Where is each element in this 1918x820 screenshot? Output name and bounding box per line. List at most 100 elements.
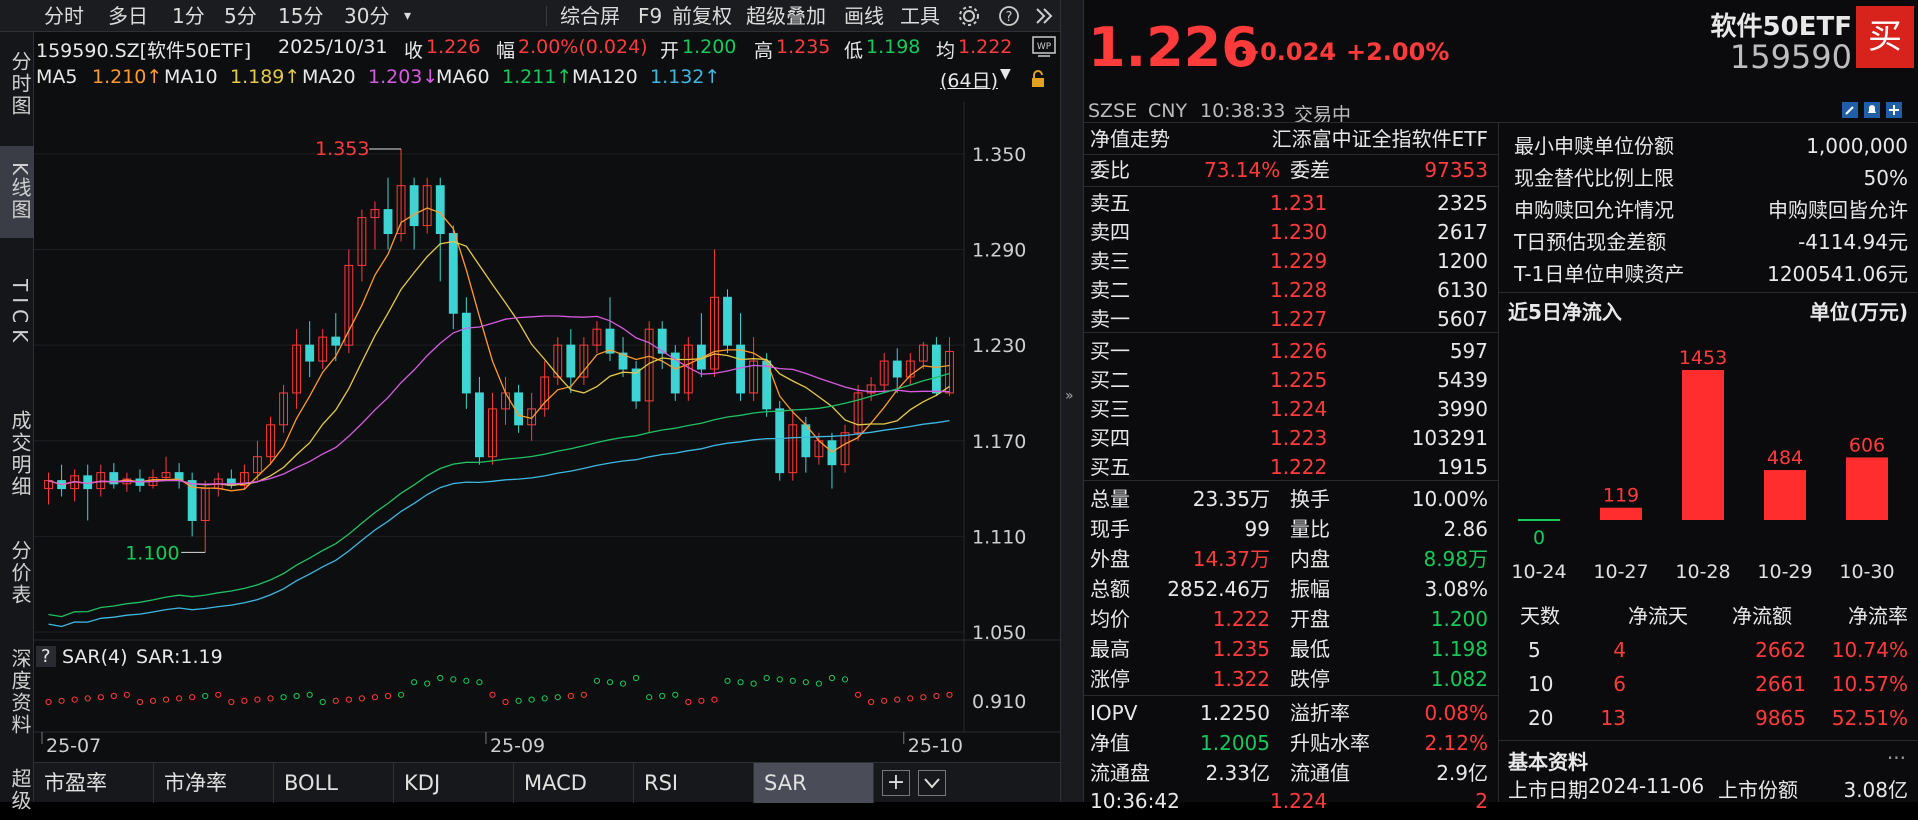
side-tab-tick[interactable]: TICK [0,254,34,374]
sar-dot [280,694,287,701]
bid-row[interactable]: 买三 1.224 3990 [1084,394,1498,424]
indicator-tab-macd[interactable]: MACD [514,763,634,803]
help-icon[interactable]: ? [998,5,1020,27]
flow-net-amount: 2661 [1755,672,1806,696]
sar-dot [162,696,170,703]
ask-row[interactable]: 卖一 1.227 5607 [1084,304,1498,334]
indicator-tab-rsi[interactable]: RSI [634,763,754,803]
menu-forward-adjust[interactable]: 前复权 [672,0,732,32]
sar-dot [84,695,91,702]
fund-info-label: 最小申赎单位份额 [1514,134,1674,158]
period-more-dropdown[interactable]: ▾ [404,0,411,32]
period-tab-fenshi[interactable]: 分时 [44,0,84,32]
fund-info-row: 最小申赎单位份额 1,000,000 [1510,130,1918,162]
flow-table-header-cell: 净流额 [1732,604,1792,628]
bid-label: 买五 [1090,455,1130,479]
bid-row[interactable]: 买一 1.226 597 [1084,336,1498,366]
sar-dot [319,698,326,706]
flow-net-days: 4 [1613,638,1626,662]
menu-draw-line[interactable]: 画线 [844,0,884,32]
stat-label: 量比 [1290,517,1330,541]
ask-row[interactable]: 卖二 1.228 6130 [1084,275,1498,305]
side-tab-intraday[interactable]: 分时图 [0,38,34,130]
wb-label: 委比 [1090,158,1130,182]
sar-dot [58,697,65,704]
bid-row[interactable]: 买二 1.225 5439 [1084,365,1498,395]
buy-button[interactable]: 买 [1856,6,1914,68]
indicator-tab-pe[interactable]: 市盈率 [34,763,154,803]
edit-icon[interactable] [1842,102,1858,118]
sar-dot [489,691,496,698]
flow-bar-label: 0 [1533,527,1545,549]
stat-value: 1.198 [1430,637,1488,661]
stat-value: 3.08% [1424,577,1488,601]
ask-row[interactable]: 卖三 1.229 1200 [1084,246,1498,276]
plus-icon[interactable] [1886,102,1902,118]
basic-info-more[interactable]: ... [1887,740,1906,764]
ask-label: 卖五 [1090,191,1130,215]
add-indicator-button[interactable]: + [882,770,910,796]
indicator-tab-kdj[interactable]: KDJ [394,763,514,803]
gear-icon[interactable] [958,5,980,27]
high-marker-label: 1.353 [315,138,369,160]
bell-icon[interactable] [1864,102,1880,118]
menu-tools[interactable]: 工具 [900,0,940,32]
sar-help-button[interactable]: ? [36,646,56,667]
bid-label: 买二 [1090,368,1130,392]
ask-row[interactable]: 卖四 1.230 2617 [1084,217,1498,247]
indicator-tab-boll[interactable]: BOLL [274,763,394,803]
stat-label: 换手 [1290,487,1330,511]
sar-dot [97,694,104,701]
sar-dot [789,677,796,684]
side-tab-price-table[interactable]: 分价表 [0,518,34,628]
ask-label: 卖四 [1090,220,1130,244]
basic-info-title: 基本资料 [1508,750,1588,774]
indicator-tab-pb[interactable]: 市净率 [154,763,274,803]
menu-f9[interactable]: F9 [638,0,662,32]
candle-body [409,185,419,227]
menu-super-overlay[interactable]: 超级叠加 [746,0,826,32]
side-tab-kline[interactable]: K线图 [0,146,34,238]
ask-row[interactable]: 卖五 1.231 2325 [1084,188,1498,218]
stat-label: 最高 [1090,637,1130,661]
stat-row: 总量 23.35万 换手 10.00% [1084,484,1498,514]
panel-divider[interactable]: » [1060,0,1084,802]
stat-row: 总额 2852.46万 振幅 3.08% [1084,574,1498,604]
stat-label: 溢折率 [1290,701,1350,725]
sar-dot [737,679,744,686]
sar-dot [946,691,953,698]
stat-value: 2.86 [1443,517,1488,541]
period-tab-1min[interactable]: 1分 [172,0,205,32]
chevron-down-icon[interactable] [918,770,946,796]
flow-table-header-cell: 净流天 [1628,604,1688,628]
stat-value: 99 [1244,517,1270,541]
nav-trend-link[interactable]: 净值走势 [1090,124,1170,154]
indicator-tab-sar[interactable]: SAR [754,763,874,803]
sar-dot [933,692,940,700]
bid-row[interactable]: 买四 1.223 103291 [1084,423,1498,453]
side-tab-super[interactable]: 超级 [0,760,34,820]
period-tab-15min[interactable]: 15分 [278,0,323,32]
sar-indicator-label: SAR(4) [62,646,128,668]
period-tab-multiday[interactable]: 多日 [108,0,148,32]
sar-dot [672,691,679,698]
fund-info-value: 50% [1863,166,1908,190]
fund-full-name: 汇添富中证全指软件ETF [1271,127,1488,151]
ask-price: 1.227 [1270,307,1328,331]
sar-dot [606,679,614,686]
stat-value: 2.9亿 [1436,761,1488,785]
quote-panel: 1.226 +0.024 +2.00% 软件50ETF 159590 买 SZS… [1084,0,1918,813]
bid-volume: 103291 [1411,426,1488,450]
side-tab-trade-detail[interactable]: 成交明细 [0,384,34,524]
bid-row[interactable]: 买五 1.222 1915 [1084,452,1498,482]
period-tab-5min[interactable]: 5分 [224,0,257,32]
side-tab-depth-info[interactable]: 深度资料 [0,622,34,762]
sar-dot [424,680,431,687]
expand-arrow-icon[interactable]: » [1065,388,1074,404]
period-tab-30min[interactable]: 30分 [344,0,389,32]
svg-text:?: ? [1006,10,1013,25]
x-tick-label: 25-09 [490,735,545,757]
double-chevron-right-icon[interactable] [1034,6,1054,26]
menu-composite-screen[interactable]: 综合屏 [560,0,620,32]
view-side-tabs: 分时图 K线图 TICK 成交明细 分价表 深度资料 超级 [0,32,34,812]
